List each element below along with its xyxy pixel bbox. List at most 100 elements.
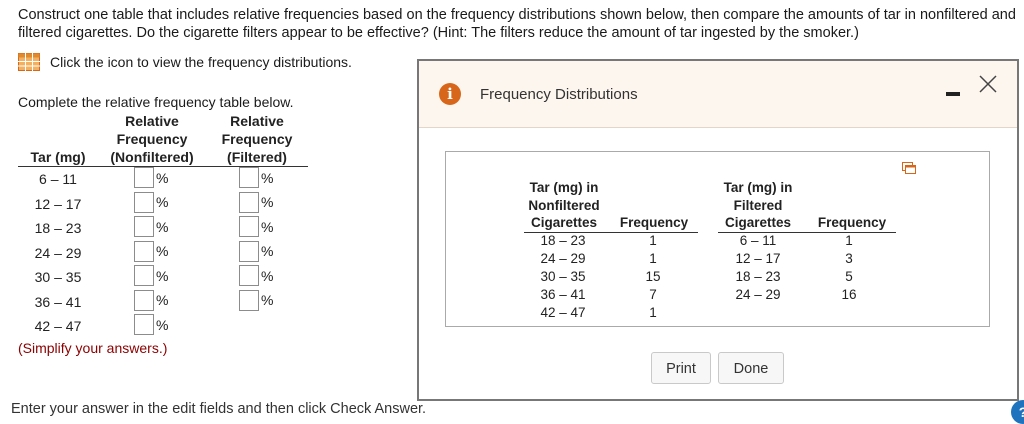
percent-sign: % [156,218,169,235]
copy-icon[interactable] [902,162,916,174]
header-rel2-line2: Frequency [221,131,293,147]
nonfiltered-class: 36 – 41 [540,287,586,302]
close-icon [979,75,997,93]
nonfiltered-frequency: 1 [649,305,657,320]
header-tar: Tar (mg) [18,148,98,167]
nonfiltered-header: Tar (mg) in Nonfiltered Cigarettes [528,180,600,230]
header-filtered: (Filtered) [206,148,308,167]
filtered-answer: % [239,265,275,287]
nonfiltered-class: 42 – 47 [540,305,586,320]
table-grid-icon[interactable] [18,53,40,71]
percent-sign: % [261,267,274,284]
nonfiltered-class: 30 – 35 [540,269,586,284]
percent-sign: % [261,194,274,211]
tar-class-label: 6 – 11 [39,171,77,188]
tar-class-label: 30 – 35 [34,269,82,286]
percent-sign: % [156,169,169,186]
filtered-frequency: 16 [841,287,857,302]
header-rel1-line2: Frequency [116,131,188,147]
nonfiltered-frequency: 1 [649,233,657,248]
minimize-icon [946,92,960,96]
filtered-class: 18 – 23 [735,269,781,284]
frequency-distributions-dialog: i Frequency Distributions Tar (mg) in No… [417,59,1019,401]
percent-sign: % [261,292,274,309]
percent-sign: % [156,243,169,260]
filtered-answer: % [239,167,275,189]
table-row: 42 – 47% [18,314,308,339]
header-nonfiltered: (Nonfiltered) [98,148,206,167]
nonfiltered-answer-field[interactable] [134,191,154,213]
header-rel1-line1: Relative [125,113,179,129]
percent-sign: % [156,292,169,309]
dialog-title: Frequency Distributions [480,86,638,103]
percent-sign: % [156,194,169,211]
table-row: 30 – 35%% [18,265,308,290]
table-row: 24 – 29%% [18,240,308,266]
filtered-answer-field[interactable] [239,289,259,311]
percent-sign: % [156,316,169,333]
nonfiltered-answer-field[interactable] [134,289,154,311]
nonfiltered-answer: % [134,265,170,287]
filtered-answer: % [239,216,275,238]
bottom-instruction: Enter your answer in the edit fields and… [11,401,427,417]
nonfiltered-frequency: 15 [645,269,661,284]
nonfiltered-answer: % [134,289,170,311]
percent-sign: % [261,169,274,186]
view-distributions-text: Click the icon to view the frequency dis… [50,54,352,70]
table-row: 18 – 23%% [18,216,308,241]
frequency-tables-box: Tar (mg) in Nonfiltered Cigarettes Frequ… [445,151,990,327]
header-rel2-line1: Relative [230,113,284,129]
nonfiltered-answer: % [134,240,170,262]
filtered-answer: % [239,289,275,311]
relative-frequency-table: Relative Relative Frequency Frequency Ta… [18,112,308,339]
nonfiltered-answer-field[interactable] [134,240,154,262]
nonfiltered-frequency: 7 [649,287,657,302]
filtered-freq-header: Frequency [817,215,887,230]
table-row: 12 – 17%% [18,191,308,217]
filtered-class: 24 – 29 [735,287,781,302]
nonfiltered-frequency: 1 [649,251,657,266]
nonfiltered-class: 24 – 29 [540,251,586,266]
tar-class-label: 12 – 17 [34,195,82,212]
filtered-answer-field[interactable] [239,216,259,238]
filtered-class: 12 – 17 [735,251,781,266]
done-button[interactable]: Done [718,352,784,384]
dialog-header: i Frequency Distributions [419,61,1017,128]
filtered-class: 6 – 11 [739,233,777,248]
question-text: Construct one table that includes relati… [18,7,1016,41]
close-button[interactable] [977,74,999,96]
instruction-text: Complete the relative frequency table be… [18,94,294,110]
minimize-button[interactable] [946,88,962,96]
filtered-answer-field[interactable] [239,191,259,213]
table-row: 36 – 41%% [18,289,308,315]
info-icon: i [439,83,461,105]
view-distributions-row[interactable]: Click the icon to view the frequency dis… [18,53,352,71]
filtered-answer: % [239,191,275,213]
filtered-answer-field[interactable] [239,167,259,189]
filtered-frequency: 3 [845,251,853,266]
tar-class-label: 18 – 23 [34,220,82,237]
percent-sign: % [261,218,274,235]
nonfiltered-answer-field[interactable] [134,265,154,287]
nonfiltered-answer: % [134,167,170,189]
filtered-frequency: 1 [845,233,853,248]
nonfiltered-answer-field[interactable] [134,314,154,336]
nonfiltered-answer-field[interactable] [134,167,154,189]
filtered-answer-field[interactable] [239,240,259,262]
tar-class-label: 42 – 47 [34,318,82,335]
nonfiltered-answer: % [134,191,170,213]
nonfiltered-answer-field[interactable] [134,216,154,238]
nonfiltered-class: 18 – 23 [540,233,586,248]
filtered-frequency: 5 [845,269,853,284]
filtered-header: Tar (mg) in Filtered Cigarettes [723,180,793,230]
percent-sign: % [156,267,169,284]
tar-class-label: 36 – 41 [34,293,82,310]
nonfiltered-freq-header: Frequency [619,215,689,230]
simplify-note: (Simplify your answers.) [18,340,168,356]
print-button[interactable]: Print [651,352,711,384]
help-button[interactable]: ? [1011,400,1024,424]
filtered-answer-field[interactable] [239,265,259,287]
nonfiltered-answer: % [134,216,170,238]
tar-class-label: 24 – 29 [34,244,82,261]
table-row: 6 – 11%% [18,167,308,192]
